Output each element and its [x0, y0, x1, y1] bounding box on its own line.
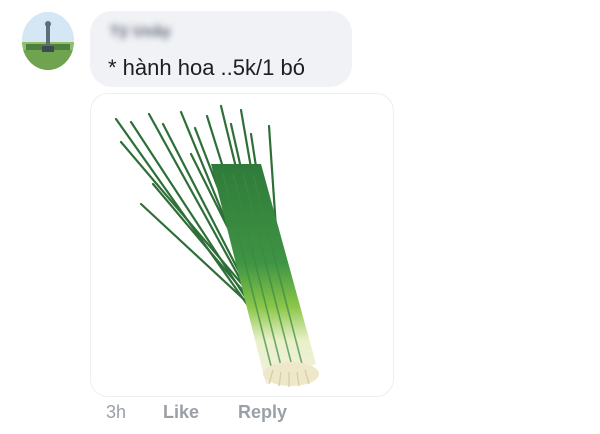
green-onion-photo-icon: [114, 104, 319, 387]
reply-button[interactable]: Reply: [238, 402, 287, 423]
avatar[interactable]: [22, 12, 74, 70]
like-button[interactable]: Like: [163, 402, 199, 423]
comment-thread: Tý Uxây * hành hoa ..5k/1 bó 3h Like Rep…: [0, 0, 600, 434]
author-name[interactable]: Tý Uxây: [110, 23, 171, 40]
comment-photo[interactable]: [90, 93, 394, 397]
comment-timestamp[interactable]: 3h: [106, 402, 126, 423]
comment-text: * hành hoa ..5k/1 bó: [108, 55, 305, 80]
profile-photo-icon: [22, 12, 74, 70]
comment-bubble: Tý Uxây * hành hoa ..5k/1 bó: [90, 11, 352, 87]
